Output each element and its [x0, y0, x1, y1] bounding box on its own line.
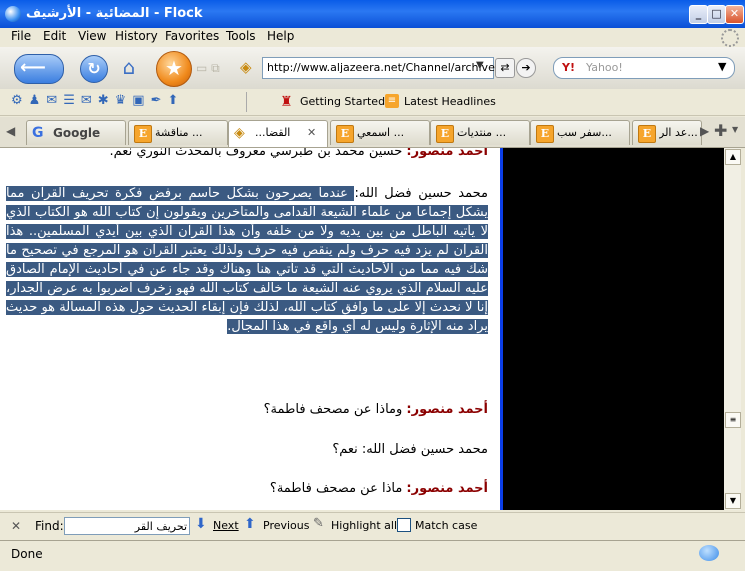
- site-icon: ◈: [240, 58, 252, 76]
- maximize-button[interactable]: □: [707, 5, 726, 24]
- separator: [246, 92, 247, 112]
- match-case-label: Match case: [415, 519, 478, 532]
- feed-reader-button[interactable]: ⇄: [495, 58, 515, 78]
- dialog-text: نعم؟: [332, 442, 362, 457]
- menu-bar: File Edit View History Favorites Tools H…: [0, 28, 745, 47]
- flock-toolbar-icons[interactable]: ⚙♟✉☰✉✱♛▣✒⬆: [11, 93, 231, 111]
- home-button[interactable]: ⌂: [116, 55, 142, 81]
- window-title: المضائية - الأرشيف - Flock: [26, 6, 203, 21]
- aljazeera-icon: E: [536, 125, 554, 143]
- menu-file[interactable]: File: [11, 29, 31, 43]
- speaker-name: محمد حسين فضل الله:: [354, 186, 488, 201]
- menu-tools[interactable]: Tools: [226, 29, 256, 43]
- menu-favorites[interactable]: Favorites: [165, 29, 219, 43]
- star-favorite-button[interactable]: ★: [156, 51, 192, 87]
- dialog-text: ماذا عن مصحف فاطمة؟: [269, 481, 407, 496]
- new-tab-icon[interactable]: ✚: [714, 121, 727, 140]
- find-input[interactable]: [64, 517, 190, 535]
- aljazeera-icon: E: [436, 125, 454, 143]
- search-box[interactable]: Y! Yahoo! ▼: [553, 57, 735, 79]
- title-bar[interactable]: المضائية - الأرشيف - Flock _ □ ✕: [0, 0, 745, 28]
- menu-history[interactable]: History: [115, 29, 158, 43]
- find-next-button[interactable]: Next: [213, 519, 239, 532]
- down-arrow-icon: ⬇: [195, 516, 207, 532]
- tab-active[interactable]: ◈ ...القضا ✕: [228, 120, 328, 147]
- find-label: Find:: [35, 519, 64, 533]
- vertical-scrollbar[interactable]: ▲ ≡ ▼: [724, 148, 741, 510]
- minimize-button[interactable]: _: [689, 5, 708, 24]
- find-bar: ✕ Find: ⬇ Next ⬆ Previous ✎ Highlight al…: [0, 512, 745, 540]
- scroll-up-arrow-icon[interactable]: ▲: [725, 149, 741, 165]
- scroll-down-arrow-icon[interactable]: ▼: [725, 493, 741, 509]
- aljazeera-icon: E: [336, 125, 354, 143]
- chat-bubble-icon[interactable]: [699, 545, 719, 561]
- dialog-paragraph: محمد حسين فضل الله: عندما يصرحون بشكل حا…: [6, 184, 488, 336]
- go-button[interactable]: ➔: [516, 58, 536, 78]
- back-forward-button[interactable]: ⟵: [14, 54, 64, 84]
- close-find-bar-icon[interactable]: ✕: [11, 519, 21, 533]
- menu-edit[interactable]: Edit: [43, 29, 66, 43]
- aljazeera-icon: E: [134, 125, 152, 143]
- rss-feed-icon: ≡: [385, 94, 399, 108]
- dialog-line: أحمد منصور: وماذا عن مصحف فاطمة؟: [6, 400, 488, 419]
- dialog-text: حسين محمد بن طبرسي معروف بالمحدث النوري …: [109, 148, 407, 159]
- dialog-line: محمد حسين فضل الله: نعم؟: [6, 440, 488, 459]
- page-tools-icons: ▭ ⧉: [196, 61, 220, 75]
- web-content[interactable]: أحمد منصور: حسين محمد بن طبرسي معروف بال…: [0, 148, 500, 510]
- highlighter-icon: ✎: [313, 516, 324, 531]
- reload-button[interactable]: ↻: [80, 55, 108, 83]
- site-icon: ◈: [234, 125, 245, 141]
- tab-google[interactable]: G Google: [26, 120, 126, 145]
- tab-bar: ◀ G Google E مناقشة ... ◈ ...القضا ✕ E ا…: [0, 117, 745, 148]
- scroll-tabs-right-icon[interactable]: ▶: [700, 124, 709, 138]
- back-arrow-icon: ⟵: [20, 57, 46, 78]
- find-previous-button[interactable]: Previous: [263, 519, 310, 532]
- speaker-name: أحمد منصور:: [406, 481, 488, 496]
- search-engine-dropdown-icon[interactable]: ▼: [718, 60, 726, 73]
- match-case-checkbox[interactable]: [397, 518, 411, 532]
- dialog-line: أحمد منصور: ماذا عن مصحف فاطمة؟: [6, 479, 488, 498]
- speaker-name: محمد حسين فضل الله:: [361, 442, 488, 457]
- up-arrow-icon: ⬆: [244, 516, 256, 532]
- bookmark-getting-started[interactable]: Getting Started: [300, 95, 385, 108]
- tab-5[interactable]: E منتديات ...: [430, 120, 530, 145]
- bookmark-latest-headlines[interactable]: Latest Headlines: [404, 95, 496, 108]
- selected-text[interactable]: عندما يصرحون بشكل حاسم برفض فكرة تحريف ا…: [6, 186, 488, 334]
- status-text: Done: [11, 547, 43, 561]
- flock-logo-icon: [5, 6, 21, 22]
- status-bar: Done: [0, 540, 745, 571]
- url-text: http://www.aljazeera.net/Channel/archive…: [267, 61, 499, 74]
- scrollbar-thumb[interactable]: ≡: [725, 412, 741, 428]
- tab-list-icon[interactable]: ▼: [732, 125, 738, 134]
- dialog-line: أحمد منصور: حسين محمد بن طبرسي معروف بال…: [6, 148, 488, 161]
- tab-7[interactable]: E عد الر...: [632, 120, 702, 145]
- search-placeholder: Yahoo!: [586, 61, 623, 74]
- highlight-all-button[interactable]: Highlight all: [331, 519, 397, 532]
- yahoo-icon: Y!: [562, 61, 575, 74]
- close-tab-icon[interactable]: ✕: [307, 126, 316, 139]
- getting-started-icon: ♜: [280, 94, 293, 110]
- dialog-text: وماذا عن مصحف فاطمة؟: [263, 402, 407, 417]
- tab-2[interactable]: E مناقشة ...: [128, 120, 228, 145]
- menu-help[interactable]: Help: [267, 29, 294, 43]
- media-panel: [500, 148, 727, 510]
- scroll-tabs-left-icon[interactable]: ◀: [6, 124, 15, 138]
- bookmarks-toolbar: ⚙♟✉☰✉✱♛▣✒⬆ ♜ Getting Started ≡ Latest He…: [0, 89, 745, 116]
- speaker-name: أحمد منصور:: [406, 402, 488, 417]
- aljazeera-icon: E: [638, 125, 656, 143]
- url-dropdown-icon[interactable]: ▼: [476, 60, 484, 71]
- speaker-name: أحمد منصور:: [406, 148, 488, 159]
- address-bar[interactable]: http://www.aljazeera.net/Channel/archive…: [262, 57, 498, 79]
- close-button[interactable]: ✕: [725, 5, 744, 24]
- activity-throbber-icon: [721, 29, 739, 47]
- google-icon: G: [32, 125, 44, 141]
- menu-view[interactable]: View: [78, 29, 106, 43]
- tab-4[interactable]: E اسمعي ...: [330, 120, 430, 145]
- tab-6[interactable]: E سفر سب...: [530, 120, 630, 145]
